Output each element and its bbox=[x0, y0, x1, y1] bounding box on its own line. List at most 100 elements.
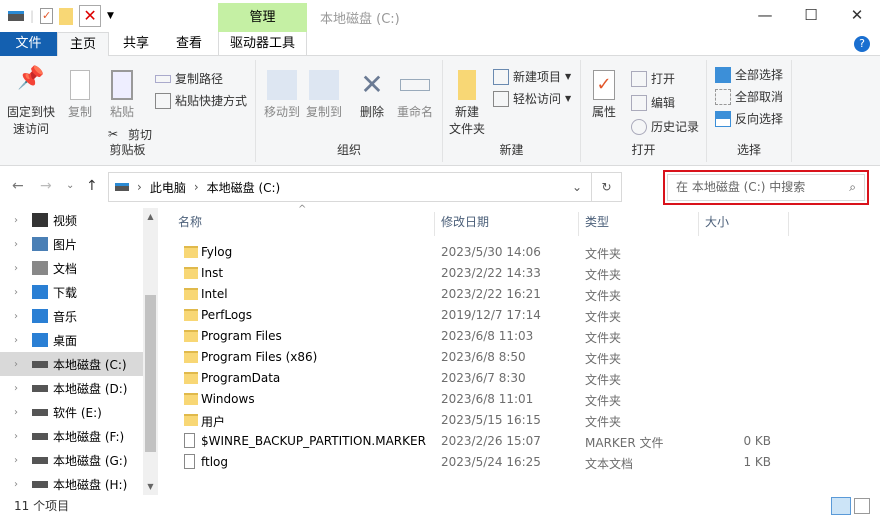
file-row[interactable]: ProgramData 2023/6/7 8:30 文件夹 bbox=[176, 368, 786, 389]
organize-group-label: 组织 bbox=[336, 143, 361, 157]
sidebar-item[interactable]: › 软件 (E:) bbox=[0, 400, 143, 424]
sidebar-item[interactable]: › 本地磁盘 (G:) bbox=[0, 448, 143, 472]
paste-button[interactable]: 粘贴 bbox=[106, 70, 138, 121]
search-input[interactable]: 在 本地磁盘 (C:) 中搜索 ⌕ bbox=[667, 174, 865, 201]
select-none-button[interactable]: 全部取消 bbox=[715, 88, 783, 105]
file-row[interactable]: $WINRE_BACKUP_PARTITION.MARKER 2023/2/26 … bbox=[176, 431, 786, 452]
column-date[interactable]: 修改日期 bbox=[435, 212, 579, 236]
file-row[interactable]: Fylog 2023/5/30 14:06 文件夹 bbox=[176, 242, 786, 263]
up-button[interactable]: ↑ bbox=[86, 178, 98, 194]
select-group: 全部选择 全部取消 反向选择 选择 bbox=[707, 60, 792, 162]
details-view-button[interactable] bbox=[831, 497, 851, 515]
customize-dropdown-icon[interactable]: ▼ bbox=[107, 11, 114, 21]
maximize-button[interactable]: ☐ bbox=[788, 0, 834, 32]
sidebar-item-label: 下载 bbox=[53, 285, 78, 300]
file-row[interactable]: Program Files 2023/6/8 11:03 文件夹 bbox=[176, 326, 786, 347]
expand-chevron-icon[interactable]: › bbox=[0, 359, 20, 370]
tab-home[interactable]: 主页 bbox=[57, 32, 109, 57]
history-button[interactable]: 历史记录 bbox=[631, 118, 699, 135]
large-icons-view-button[interactable] bbox=[854, 498, 870, 514]
file-row[interactable]: ftlog 2023/5/24 16:25 文本文档 1 KB bbox=[176, 452, 786, 473]
copy-to-button[interactable]: 复制到 bbox=[304, 70, 344, 121]
new-folder-button[interactable]: 新建 文件夹 bbox=[447, 70, 487, 138]
address-box[interactable]: › 此电脑 › 本地磁盘 (C:) ⌄ ↻ bbox=[108, 172, 622, 202]
forward-button[interactable]: → bbox=[40, 178, 52, 194]
file-row[interactable]: 用户 2023/5/15 16:15 文件夹 bbox=[176, 410, 786, 431]
tab-view[interactable]: 查看 bbox=[163, 32, 215, 56]
sidebar-item-label: 图片 bbox=[53, 237, 78, 252]
select-all-button[interactable]: 全部选择 bbox=[715, 66, 783, 83]
properties-button[interactable]: ✓ 属性 bbox=[589, 70, 619, 121]
new-folder-icon[interactable] bbox=[59, 7, 74, 25]
delete-x-icon: ✕ bbox=[360, 68, 384, 101]
drive-icon bbox=[32, 456, 48, 464]
rename-button[interactable]: 重命名 bbox=[394, 70, 436, 121]
column-size[interactable]: 大小 bbox=[699, 212, 789, 236]
sidebar-item[interactable]: › 桌面 bbox=[0, 328, 143, 352]
file-row[interactable]: Intel 2023/2/22 16:21 文件夹 bbox=[176, 284, 786, 305]
sidebar-item[interactable]: › 本地磁盘 (C:) bbox=[0, 352, 143, 376]
file-row[interactable]: Program Files (x86) 2023/6/8 8:50 文件夹 bbox=[176, 347, 786, 368]
recent-locations-button[interactable]: ⌄ bbox=[66, 180, 74, 191]
expand-chevron-icon[interactable]: › bbox=[0, 287, 20, 298]
expand-chevron-icon[interactable]: › bbox=[0, 383, 20, 394]
clipboard-icon bbox=[111, 70, 133, 100]
window-title: 本地磁盘 (C:) bbox=[320, 12, 400, 27]
column-name[interactable]: 名称 bbox=[172, 212, 435, 236]
minimize-button[interactable]: — bbox=[742, 0, 788, 32]
file-row[interactable]: Inst 2023/2/22 14:33 文件夹 bbox=[176, 263, 786, 284]
expand-chevron-icon[interactable]: › bbox=[0, 335, 20, 346]
sidebar-item[interactable]: › 本地磁盘 (D:) bbox=[0, 376, 143, 400]
breadcrumb-this-pc[interactable]: 此电脑 bbox=[150, 179, 186, 196]
copy-path-button[interactable]: 复制路径 bbox=[155, 70, 223, 87]
edit-button[interactable]: 编辑 bbox=[631, 94, 675, 111]
new-item-button[interactable]: 新建项目 ▼ bbox=[493, 68, 571, 85]
ribbon: 📌 固定到快速访问 复制 粘贴 ✂ 剪切 复制路径 粘贴快捷方式 剪贴板 移动到 复… bbox=[0, 56, 880, 166]
expand-chevron-icon[interactable]: › bbox=[0, 431, 20, 442]
manage-context-tab[interactable]: 管理 bbox=[218, 3, 307, 32]
address-dropdown-icon[interactable]: ⌄ bbox=[563, 180, 591, 194]
expand-chevron-icon[interactable]: › bbox=[0, 479, 20, 490]
open-button[interactable]: 打开 bbox=[631, 70, 675, 87]
file-date: 2023/6/8 8:50 bbox=[441, 350, 526, 364]
expand-chevron-icon[interactable]: › bbox=[0, 311, 20, 322]
sidebar-item[interactable]: › 视频 bbox=[0, 208, 143, 232]
file-date: 2023/5/15 16:15 bbox=[441, 413, 541, 427]
close-button[interactable]: ✕ bbox=[834, 0, 880, 32]
easy-access-button[interactable]: 轻松访问 ▼ bbox=[493, 90, 571, 107]
easy-access-icon bbox=[493, 90, 509, 107]
sidebar-item[interactable]: › 本地磁盘 (H:) bbox=[0, 472, 143, 496]
tab-drive-tools[interactable]: 驱动器工具 bbox=[218, 32, 307, 56]
sidebar-item[interactable]: › 文档 bbox=[0, 256, 143, 280]
tab-share[interactable]: 共享 bbox=[110, 32, 162, 56]
delete-button[interactable]: ✕ 删除 bbox=[356, 70, 388, 121]
sidebar-item[interactable]: › 音乐 bbox=[0, 304, 143, 328]
scrollbar-thumb[interactable] bbox=[145, 295, 156, 452]
move-to-button[interactable]: 移动到 bbox=[262, 70, 302, 121]
refresh-button[interactable]: ↻ bbox=[591, 173, 621, 201]
expand-chevron-icon[interactable]: › bbox=[0, 215, 20, 226]
file-date: 2023/2/22 14:33 bbox=[441, 266, 541, 280]
expand-chevron-icon[interactable]: › bbox=[0, 455, 20, 466]
breadcrumb-drive-c[interactable]: 本地磁盘 (C:) bbox=[207, 179, 281, 196]
file-row[interactable]: PerfLogs 2019/12/7 17:14 文件夹 bbox=[176, 305, 786, 326]
properties-icon[interactable]: ✓ bbox=[40, 8, 54, 24]
invert-selection-button[interactable]: 反向选择 bbox=[715, 110, 783, 127]
expand-chevron-icon[interactable]: › bbox=[0, 239, 20, 250]
file-size: 0 KB bbox=[743, 434, 771, 448]
expand-chevron-icon[interactable]: › bbox=[0, 263, 20, 274]
help-icon[interactable]: ? bbox=[854, 36, 870, 52]
expand-chevron-icon[interactable]: › bbox=[0, 407, 20, 418]
pin-button[interactable]: 📌 固定到快速访问 bbox=[6, 68, 56, 138]
column-type[interactable]: 类型 bbox=[579, 212, 699, 236]
sidebar-item[interactable]: › 图片 bbox=[0, 232, 143, 256]
file-row[interactable]: Windows 2023/6/8 11:01 文件夹 bbox=[176, 389, 786, 410]
copy-button[interactable]: 复制 bbox=[64, 70, 96, 121]
paste-shortcut-button[interactable]: 粘贴快捷方式 bbox=[155, 92, 247, 109]
sidebar-item-label: 软件 (E:) bbox=[53, 405, 102, 420]
sidebar-item[interactable]: › 本地磁盘 (F:) bbox=[0, 424, 143, 448]
back-button[interactable]: ← bbox=[12, 178, 24, 194]
sidebar-item[interactable]: › 下载 bbox=[0, 280, 143, 304]
tab-file[interactable]: 文件 bbox=[0, 32, 57, 56]
delete-icon[interactable]: ✕ bbox=[79, 5, 102, 27]
